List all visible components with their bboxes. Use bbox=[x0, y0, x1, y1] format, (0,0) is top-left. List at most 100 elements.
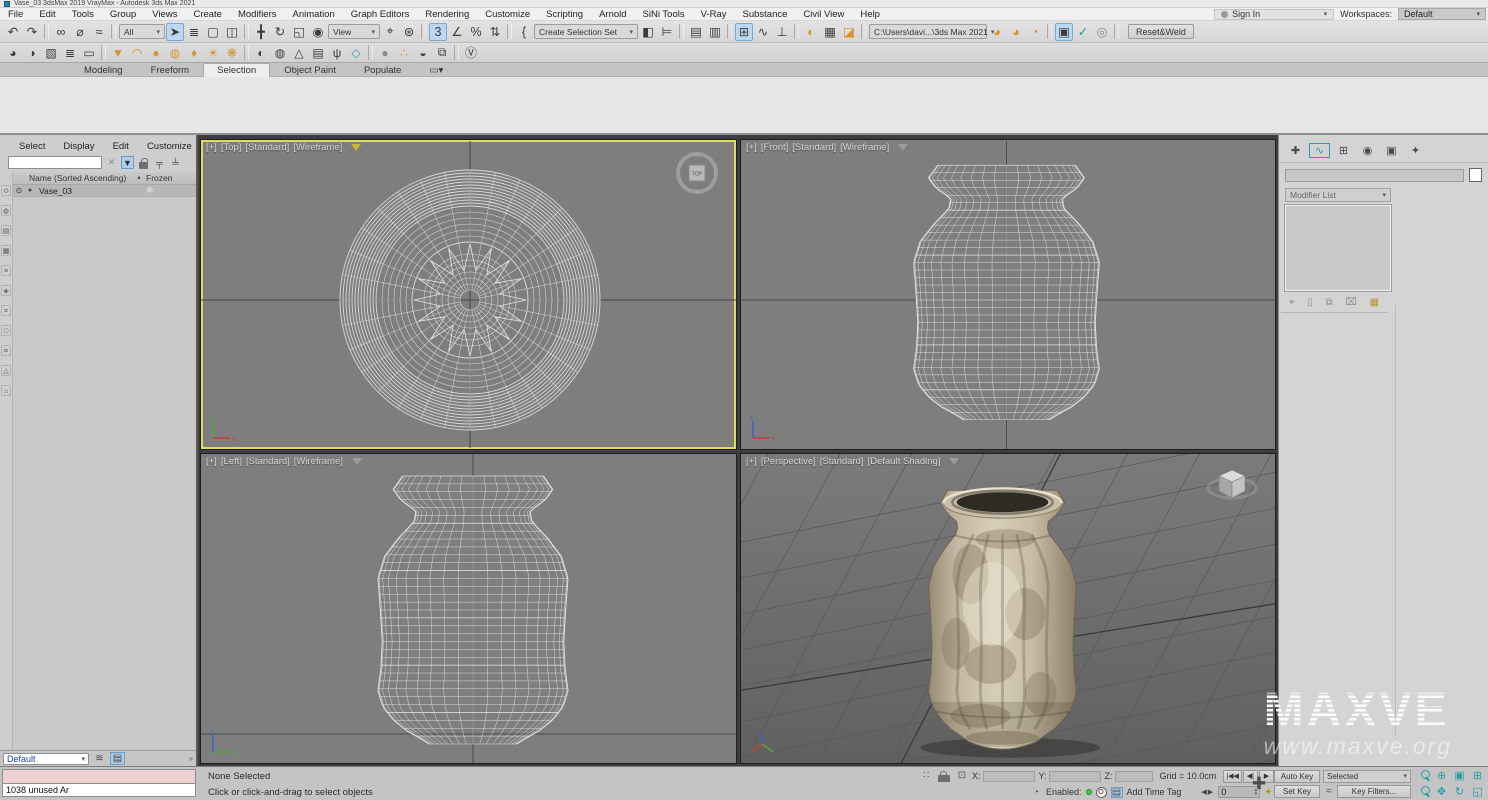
menu-group[interactable]: Group bbox=[102, 8, 144, 20]
maxscript-mini-listener[interactable]: 1038 unused Ar bbox=[2, 769, 196, 798]
render-help-icon[interactable]: ◎ bbox=[1093, 23, 1111, 41]
vray-caustics-icon[interactable]: △ bbox=[290, 45, 308, 61]
angle-snap-icon[interactable]: ∠ bbox=[448, 23, 466, 41]
vray-plane-light-icon[interactable]: ▼ bbox=[109, 45, 127, 61]
vray-sun-icon[interactable]: ☀ bbox=[204, 45, 222, 61]
reset-weld-button[interactable]: Reset&Weld bbox=[1128, 24, 1194, 39]
vray-ies-light-icon[interactable]: ♦ bbox=[185, 45, 203, 61]
explorer-list-view-icon[interactable]: ▤ bbox=[110, 752, 125, 765]
modify-tab-icon[interactable]: ∿ bbox=[1309, 143, 1330, 158]
select-and-scale-icon[interactable]: ◱ bbox=[290, 23, 308, 41]
percent-snap-icon[interactable]: % bbox=[467, 23, 485, 41]
viewport-view-label[interactable]: [Left] bbox=[221, 456, 242, 467]
viewport-left[interactable]: [+] [Left] [Standard] [Wireframe] y z bbox=[200, 453, 737, 764]
scene-explorer-toggle-icon[interactable]: ▤ bbox=[687, 23, 705, 41]
explorer-search-input[interactable] bbox=[8, 156, 102, 169]
vray-light-lister-icon[interactable]: ≣ bbox=[61, 45, 79, 61]
lock-explorer-icon[interactable] bbox=[137, 156, 150, 169]
overflow-chevron-icon[interactable]: » bbox=[189, 754, 193, 763]
key-filter-mode-icon[interactable]: ≈ bbox=[1323, 786, 1335, 797]
modifier-stack[interactable] bbox=[1285, 205, 1391, 291]
listener-macro-row[interactable] bbox=[2, 769, 196, 784]
viewport-view-label[interactable]: [Perspective] bbox=[761, 456, 816, 467]
project-folder-dropdown[interactable]: C:\Users\davi...\3ds Max 2021 bbox=[869, 24, 987, 39]
viewport-top[interactable]: [+] [Top] [Standard] [Wireframe] TOP N E… bbox=[200, 139, 737, 450]
vray-swatches-icon[interactable]: ∴ bbox=[395, 45, 413, 61]
menu-vray[interactable]: V-Ray bbox=[693, 8, 735, 20]
explorer-filter-cameras-icon[interactable]: △ bbox=[1, 365, 11, 376]
viewport-standard-label[interactable]: [Standard] bbox=[792, 142, 836, 153]
object-color-swatch[interactable] bbox=[1469, 168, 1482, 182]
vray-lens-icon[interactable]: ◒ bbox=[414, 45, 432, 61]
vray-volume-grid-icon[interactable]: ◇ bbox=[347, 45, 365, 61]
utilities-tab-icon[interactable]: ✦ bbox=[1405, 143, 1426, 158]
layer-explorer-toggle-icon[interactable]: ▥ bbox=[706, 23, 724, 41]
per-viewport-filter-icon[interactable] bbox=[949, 458, 959, 465]
select-and-move-icon[interactable]: ╋ bbox=[252, 23, 270, 41]
viewport-menu-plus[interactable]: [+] bbox=[206, 142, 217, 153]
select-and-rotate-icon[interactable]: ↻ bbox=[271, 23, 289, 41]
key-selected-dropdown[interactable]: Selected bbox=[1323, 770, 1411, 783]
viewcube-perspective[interactable] bbox=[1205, 464, 1259, 508]
remove-modifier-icon[interactable]: ⌧ bbox=[1345, 297, 1357, 308]
select-by-name-icon[interactable]: ≣ bbox=[185, 23, 203, 41]
menu-sini-tools[interactable]: SiNi Tools bbox=[635, 8, 693, 20]
frozen-snowflake-icon[interactable]: ❄ bbox=[146, 185, 196, 196]
tab-populate[interactable]: Populate bbox=[350, 63, 416, 77]
vray-gi-icon[interactable]: ◐ bbox=[252, 45, 270, 61]
y-coordinate-field[interactable] bbox=[1049, 771, 1101, 782]
explorer-menu-select[interactable]: Select bbox=[10, 141, 54, 152]
x-coordinate-field[interactable] bbox=[983, 771, 1035, 782]
selection-lock-toggle-icon[interactable] bbox=[938, 775, 950, 782]
mini-curve-editor-icon[interactable]: ▤ bbox=[1111, 787, 1123, 798]
menu-customize[interactable]: Customize bbox=[477, 8, 538, 20]
viewport-shading-label[interactable]: [Wireframe] bbox=[293, 142, 342, 153]
object-name-field[interactable] bbox=[1285, 169, 1464, 182]
explorer-sort-mode-icon[interactable]: ≡ bbox=[1, 265, 11, 276]
vray-environment-icon[interactable]: ◍ bbox=[271, 45, 289, 61]
vray-stereoscopic-icon[interactable]: ▤ bbox=[309, 45, 327, 61]
vray-proxy-icon[interactable]: ⧉ bbox=[433, 45, 451, 61]
vray-sphere-light-icon[interactable]: ● bbox=[147, 45, 165, 61]
pan-view-icon[interactable]: ✥ bbox=[1433, 784, 1450, 799]
set-key-button[interactable]: Set Key bbox=[1274, 785, 1320, 798]
menu-animation[interactable]: Animation bbox=[285, 8, 343, 20]
viewport-front[interactable]: [+] [Front] [Standard] [Wireframe] x z bbox=[740, 139, 1276, 450]
menu-help[interactable]: Help bbox=[852, 8, 888, 20]
render-production-icon[interactable]: ◕ bbox=[988, 23, 1006, 41]
time-configuration-icon[interactable]: ◔ bbox=[1030, 787, 1042, 798]
menu-rendering[interactable]: Rendering bbox=[417, 8, 477, 20]
spinner-snap-icon[interactable]: ⇅ bbox=[486, 23, 504, 41]
display-filter-icon[interactable]: ▼ bbox=[121, 156, 134, 169]
display-tab-icon[interactable]: ▣ bbox=[1381, 143, 1402, 158]
viewport-shading-label[interactable]: [Wireframe] bbox=[294, 456, 343, 467]
menu-modifiers[interactable]: Modifiers bbox=[230, 8, 285, 20]
zoom-region-icon[interactable] bbox=[1415, 784, 1432, 799]
tab-modeling[interactable]: Modeling bbox=[70, 63, 137, 77]
maximize-viewport-toggle-icon[interactable]: ◱ bbox=[1469, 784, 1486, 799]
explorer-menu-edit[interactable]: Edit bbox=[104, 141, 138, 152]
viewport-standard-label[interactable]: [Standard] bbox=[246, 456, 290, 467]
explorer-menu-customize[interactable]: Customize bbox=[138, 141, 201, 152]
viewport-view-label[interactable]: [Front] bbox=[761, 142, 788, 153]
undo-icon[interactable]: ↶ bbox=[4, 23, 22, 41]
motion-tab-icon[interactable]: ◉ bbox=[1357, 143, 1378, 158]
sound-toggle-button[interactable]: O bbox=[1096, 787, 1107, 798]
snaps-toggle-icon[interactable]: 3 bbox=[429, 23, 447, 41]
per-viewport-filter-icon[interactable] bbox=[898, 144, 908, 151]
vray-fur-icon[interactable]: ψ bbox=[328, 45, 346, 61]
window-crossing-icon[interactable]: ◫ bbox=[223, 23, 241, 41]
auto-key-button[interactable]: Auto Key bbox=[1274, 770, 1320, 783]
explorer-filter-combo-icon[interactable]: ◈ bbox=[1, 285, 11, 296]
menu-substance[interactable]: Substance bbox=[735, 8, 796, 20]
key-filters-button[interactable]: Key Filters... bbox=[1337, 785, 1411, 798]
per-viewport-filter-icon[interactable] bbox=[351, 144, 361, 151]
expand-all-icon[interactable]: ╤ bbox=[153, 156, 166, 169]
explorer-menu-display[interactable]: Display bbox=[54, 141, 103, 152]
menu-graph-editors[interactable]: Graph Editors bbox=[343, 8, 418, 20]
workspace-dropdown[interactable]: Default▾ bbox=[1398, 8, 1486, 20]
show-end-result-icon[interactable]: ▯ bbox=[1307, 297, 1313, 308]
scene-object-row[interactable]: ⊙ ● Vase_03 ❄ bbox=[13, 185, 196, 197]
viewport-shading-label[interactable]: [Default Shading] bbox=[868, 456, 941, 467]
schematic-view-icon[interactable]: ⊥ bbox=[773, 23, 791, 41]
